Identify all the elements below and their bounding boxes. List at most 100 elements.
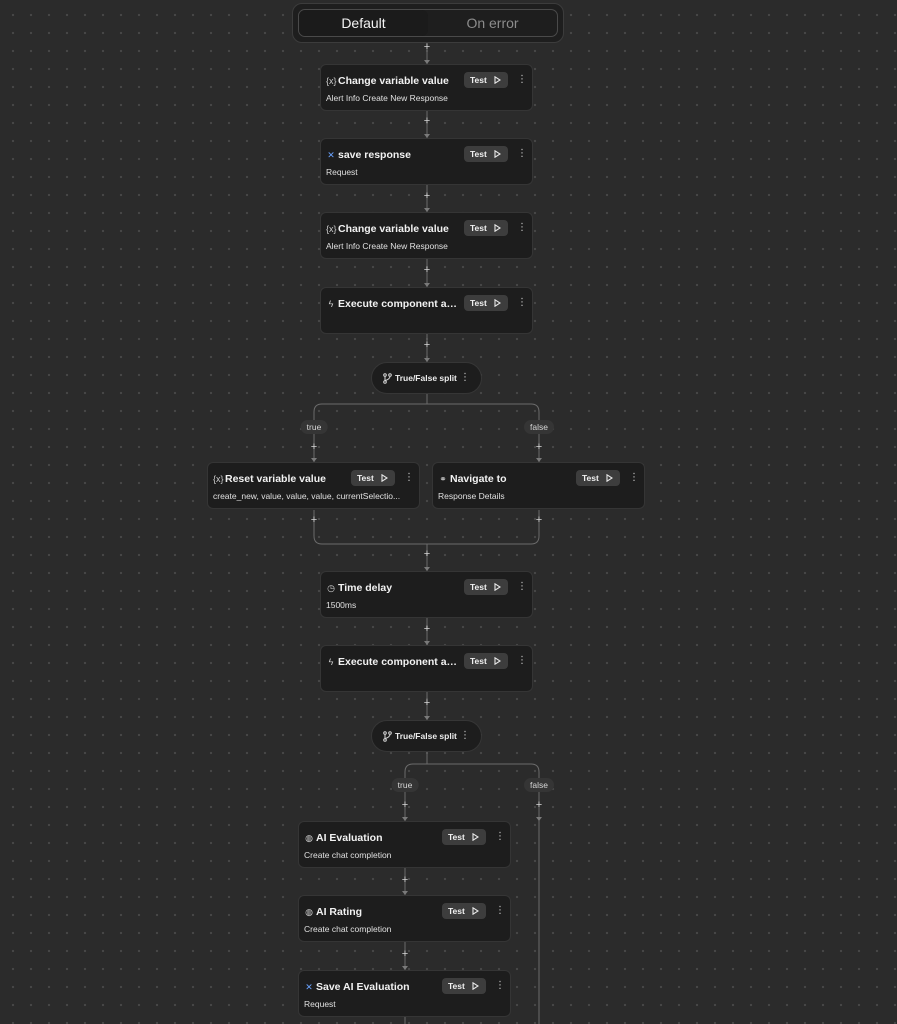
add-step-button[interactable]: + [422, 698, 432, 709]
test-button-label: Test [470, 75, 487, 85]
add-step-button[interactable]: + [309, 442, 319, 453]
true-false-split-node[interactable]: True/False split ⋮ [371, 362, 482, 394]
node-execute-component-action[interactable]: ϟ Execute component act... Test ⋮ [320, 645, 533, 692]
node-title: Change variable value [338, 223, 449, 235]
node-title: Reset variable value [225, 473, 326, 485]
add-step-button[interactable]: + [422, 624, 432, 635]
node-execute-component-action[interactable]: ϟ Execute component act... Test ⋮ [320, 287, 533, 334]
play-icon [606, 474, 613, 482]
node-menu-icon[interactable]: ⋮ [495, 980, 505, 992]
test-button[interactable]: Test [464, 653, 508, 669]
workflow-canvas[interactable]: Default On error + + + + + + + + + + + +… [0, 0, 897, 1024]
test-button[interactable]: Test [351, 470, 395, 486]
play-icon [472, 982, 479, 990]
node-title: Execute component act... [338, 656, 462, 668]
node-menu-icon[interactable]: ⋮ [495, 831, 505, 843]
test-button-label: Test [470, 582, 487, 592]
node-subtitle: Request [326, 167, 358, 177]
node-title: Time delay [338, 582, 393, 594]
node-ai-evaluation[interactable]: ◍ AI Evaluation Test ⋮ Create chat compl… [298, 821, 511, 868]
test-button[interactable]: Test [464, 72, 508, 88]
add-step-button[interactable]: + [309, 515, 319, 526]
add-step-button[interactable]: + [422, 191, 432, 202]
node-save-ai-evaluation[interactable]: ✕ Save AI Evaluation Test ⋮ Request [298, 970, 511, 1017]
node-title: Save AI Evaluation [316, 981, 410, 993]
add-step-button[interactable]: + [400, 800, 410, 811]
add-step-button[interactable]: + [400, 949, 410, 960]
node-menu-icon[interactable]: ⋮ [517, 74, 527, 86]
tab-default[interactable]: Default [299, 10, 428, 36]
node-menu-icon[interactable]: ⋮ [517, 655, 527, 667]
test-button-label: Test [470, 656, 487, 666]
add-step-button[interactable]: + [534, 442, 544, 453]
split-menu-icon[interactable]: ⋮ [460, 372, 470, 384]
node-time-delay[interactable]: ◷ Time delay Test ⋮ 1500ms [320, 571, 533, 618]
node-subtitle: Request [304, 999, 336, 1009]
node-menu-icon[interactable]: ⋮ [517, 148, 527, 160]
test-button[interactable]: Test [442, 978, 486, 994]
branch-icon [383, 373, 392, 384]
node-navigate-to[interactable]: ⚭ Navigate to Test ⋮ Response Details [432, 462, 645, 509]
split-menu-icon[interactable]: ⋮ [460, 730, 470, 742]
node-menu-icon[interactable]: ⋮ [517, 297, 527, 309]
test-button[interactable]: Test [442, 829, 486, 845]
node-menu-icon[interactable]: ⋮ [404, 472, 414, 484]
play-icon [494, 583, 501, 591]
node-save-response[interactable]: ✕ save response Test ⋮ Request [320, 138, 533, 185]
variable-icon: {x} [213, 474, 224, 484]
play-icon [494, 299, 501, 307]
test-button-label: Test [470, 149, 487, 159]
lightning-icon: ϟ [328, 657, 334, 667]
lightning-icon: ϟ [328, 299, 334, 309]
node-reset-variable-value[interactable]: {x} Reset variable value Test ⋮ create_n… [207, 462, 420, 509]
test-button-label: Test [357, 473, 374, 483]
true-false-split-node[interactable]: True/False split ⋮ [371, 720, 482, 752]
ai-model-icon: ◍ [305, 833, 313, 843]
add-step-button[interactable]: + [422, 549, 432, 560]
test-button[interactable]: Test [464, 579, 508, 595]
node-title: AI Evaluation [316, 832, 383, 844]
add-step-button[interactable]: + [422, 116, 432, 127]
test-button[interactable]: Test [464, 146, 508, 162]
node-menu-icon[interactable]: ⋮ [517, 581, 527, 593]
node-ai-rating[interactable]: ◍ AI Rating Test ⋮ Create chat completio… [298, 895, 511, 942]
node-change-variable-value[interactable]: {x} Change variable value Test ⋮ Alert I… [320, 212, 533, 259]
test-button-label: Test [470, 223, 487, 233]
play-icon [494, 150, 501, 158]
node-subtitle: Alert Info Create New Response [326, 93, 448, 103]
add-step-button[interactable]: + [400, 875, 410, 886]
test-button-label: Test [470, 298, 487, 308]
play-icon [472, 833, 479, 841]
node-menu-icon[interactable]: ⋮ [495, 905, 505, 917]
node-change-variable-value[interactable]: {x} Change variable value Test ⋮ Alert I… [320, 64, 533, 111]
node-menu-icon[interactable]: ⋮ [517, 222, 527, 234]
play-icon [494, 657, 501, 665]
test-button-label: Test [448, 981, 465, 991]
node-subtitle: Create chat completion [304, 850, 392, 860]
add-step-button[interactable]: + [534, 515, 544, 526]
variable-icon: {x} [326, 224, 337, 234]
node-subtitle: Alert Info Create New Response [326, 241, 448, 251]
add-step-button[interactable]: + [422, 42, 432, 53]
add-step-button[interactable]: + [534, 800, 544, 811]
test-button[interactable]: Test [576, 470, 620, 486]
test-button[interactable]: Test [442, 903, 486, 919]
node-menu-icon[interactable]: ⋮ [629, 472, 639, 484]
test-button-label: Test [582, 473, 599, 483]
branch-label-true: true [300, 420, 328, 434]
branch-icon [383, 731, 392, 742]
test-button[interactable]: Test [464, 220, 508, 236]
node-title: save response [338, 149, 411, 161]
add-step-button[interactable]: + [422, 340, 432, 351]
node-title: AI Rating [316, 906, 363, 918]
node-subtitle: Create chat completion [304, 924, 392, 934]
play-icon [472, 907, 479, 915]
node-subtitle: create_new, value, value, value, current… [213, 491, 401, 501]
test-button-label: Test [448, 906, 465, 916]
integration-x-icon: ✕ [305, 982, 313, 992]
tab-on-error[interactable]: On error [428, 10, 557, 36]
node-title: Navigate to [450, 473, 507, 485]
test-button[interactable]: Test [464, 295, 508, 311]
add-step-button[interactable]: + [422, 265, 432, 276]
integration-x-icon: ✕ [327, 150, 335, 160]
